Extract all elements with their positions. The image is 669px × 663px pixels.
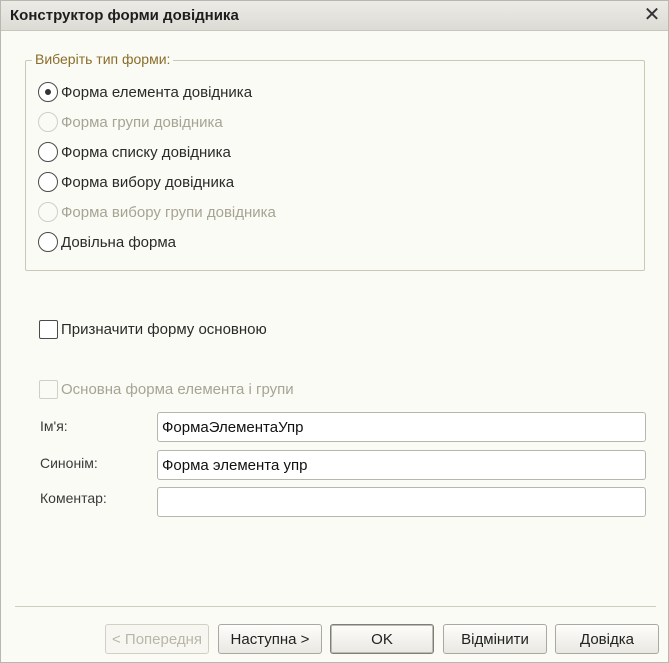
radio-choice-form[interactable]: Форма вибору довідника (38, 171, 234, 193)
radio-label: Форма елемента довідника (61, 83, 253, 101)
radio-custom-form[interactable]: Довільна форма (38, 231, 176, 253)
next-button[interactable]: Наступна > (218, 624, 322, 654)
radio-group-form: Форма групи довідника (38, 111, 223, 133)
radio-group-choice-form: Форма вибору групи довідника (38, 201, 276, 223)
radio-button (38, 112, 58, 132)
form-constructor-dialog: Конструктор форми довідника ✕ Виберіть т… (0, 0, 669, 663)
name-field[interactable] (157, 412, 646, 442)
radio-button[interactable] (38, 82, 58, 102)
ok-button[interactable]: OK (330, 624, 434, 654)
set-main-form-checkbox-row[interactable]: Призначити форму основною (39, 318, 267, 340)
help-button[interactable]: Довідка (555, 624, 659, 654)
radio-label: Довільна форма (61, 233, 177, 251)
radio-label: Форма списку довідника (61, 143, 231, 161)
radio-button[interactable] (38, 142, 58, 162)
checkbox-label: Основна форма елемента і групи (61, 380, 294, 398)
radio-label: Форма вибору довідника (61, 173, 235, 191)
comment-field[interactable] (157, 487, 646, 517)
form-type-legend: Виберіть тип форми: (32, 51, 174, 67)
cancel-button[interactable]: Відмінити (443, 624, 547, 654)
close-icon[interactable]: ✕ (642, 5, 662, 25)
radio-button[interactable] (38, 232, 58, 252)
previous-button: < Попередня (105, 624, 209, 654)
comment-label: Коментар: (40, 490, 107, 506)
radio-element-form[interactable]: Форма елемента довідника (38, 81, 252, 103)
dialog-title: Конструктор форми довідника (10, 7, 239, 24)
radio-button (38, 202, 58, 222)
name-label: Ім'я: (40, 418, 68, 434)
set-main-form-checkbox[interactable] (39, 319, 58, 339)
radio-button[interactable] (38, 172, 58, 192)
main-element-group-checkbox (39, 379, 58, 399)
radio-list-form[interactable]: Форма списку довідника (38, 141, 231, 163)
synonym-field[interactable] (157, 450, 646, 480)
checkbox-label: Призначити форму основною (61, 320, 267, 338)
title-bar: Конструктор форми довідника ✕ (1, 1, 668, 31)
main-element-group-checkbox-row: Основна форма елемента і групи (39, 378, 294, 400)
radio-label: Форма вибору групи довідника (61, 203, 276, 221)
radio-label: Форма групи довідника (61, 113, 223, 131)
button-separator (15, 606, 656, 607)
synonym-label: Синонім: (40, 455, 98, 471)
